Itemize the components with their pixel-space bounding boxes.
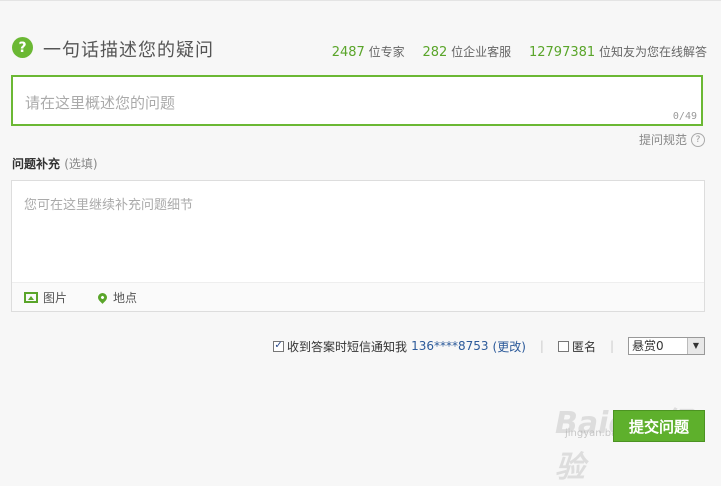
location-label: 地点 [113,291,138,305]
rules-label: 提问规范 [638,133,687,147]
supplement-label: 问题补充 (选填) [12,155,98,172]
image-icon [24,292,38,303]
question-placeholder: 请在这里概述您的问题 [25,94,176,112]
page-title: 一句话描述您的疑问 [43,40,214,61]
chevron-down-icon[interactable]: ▼ [687,338,704,354]
experts-count: 2487 [331,45,365,60]
anonymous-label: 匿名 [571,339,596,354]
question-mark-icon: ? [12,37,33,58]
rules-link[interactable]: 提问规范 ? [639,131,705,148]
anonymous-checkbox[interactable] [557,340,569,352]
phone-number: 136****8753 [411,339,489,353]
options-divider: | [539,339,544,353]
insert-image-button[interactable]: 图片 [24,289,67,306]
experts-label: 位专家 [368,45,405,59]
ask-header: ? 一句话描述您的疑问 2487 位专家 282 位企业客服 12797381 … [12,35,707,61]
answerer-stats: 2487 位专家 282 位企业客服 12797381 位知友为您在线解答 [332,43,707,60]
char-counter: 0/49 [672,111,697,122]
friends-count: 12797381 [528,45,596,60]
change-phone-link[interactable]: (更改) [493,338,526,355]
sms-notify-checkbox[interactable]: ✓ [273,340,285,352]
location-pin-icon [96,291,109,304]
supplement-textarea[interactable]: 您可在这里继续补充问题细节 图片 地点 [11,180,705,312]
sms-notify-label: 收到答案时短信通知我 [287,339,408,354]
friends-label: 位知友为您在线解答 [598,45,707,59]
cs-count: 282 [422,45,448,60]
top-divider [0,0,721,1]
reward-value: 悬赏0 [632,339,664,353]
image-label: 图片 [43,291,68,305]
question-input[interactable]: 请在这里概述您的问题 0/49 [11,75,703,126]
reward-select[interactable]: 悬赏0 ▼ [628,337,705,355]
supplement-optional: (选填) [64,157,98,171]
cs-label: 位企业客服 [451,45,512,59]
supplement-toolbar: 图片 地点 [12,282,704,311]
supplement-placeholder: 您可在这里继续补充问题细节 [24,198,194,213]
help-icon[interactable]: ? [691,132,705,147]
insert-location-button[interactable]: 地点 [96,289,138,306]
options-divider-2: | [609,339,614,353]
supplement-title: 问题补充 [12,157,61,171]
question-options: ✓ 收到答案时短信通知我 136****8753 (更改) | 匿名 | 悬赏0… [273,337,705,355]
submit-question-button[interactable]: 提交问题 [613,410,705,442]
